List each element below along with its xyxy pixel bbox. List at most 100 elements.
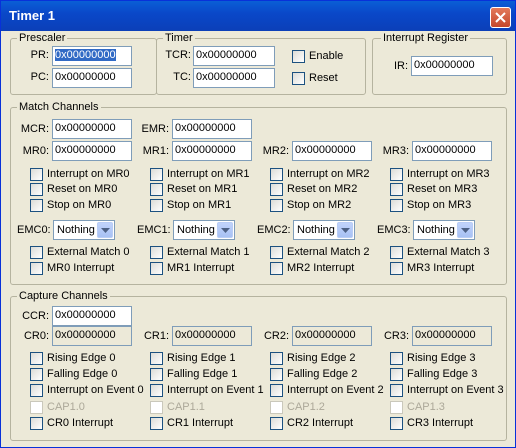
checkbox-label: CR1 Interrupt [167,417,234,429]
mr0-field[interactable]: 0x00000000 [52,141,132,161]
checkbox-label: Rising Edge 0 [47,352,116,364]
checkbox-label: Reset on MR0 [47,183,118,195]
checkbox-box [150,262,163,275]
checkbox-label: MR3 Interrupt [407,262,475,274]
dropdown-arrow[interactable] [457,222,473,238]
checkbox-label: Stop on MR0 [47,199,112,211]
checkbox-box [270,262,283,275]
emc1-value: Nothing [177,224,215,236]
checkbox-box [150,352,163,365]
tcr-field[interactable]: 0x00000000 [193,46,275,66]
emc0-select[interactable]: Nothing [53,220,115,240]
checkbox-label: Interrupt on Event 1 [167,384,264,396]
tc-label: TC: [173,71,191,83]
mr3-field[interactable]: 0x00000000 [412,141,492,161]
emc2-select[interactable]: Nothing [293,220,355,240]
tc-field[interactable]: 0x00000000 [193,68,275,88]
checkbox-label: External Match 2 [287,246,370,258]
interrupt-register-legend: Interrupt Register [381,32,470,44]
dropdown-arrow[interactable] [337,222,353,238]
checkbox-label: Falling Edge 1 [167,368,238,380]
checkbox-label: CR2 Interrupt [287,417,354,429]
mcr-field[interactable]: 0x00000000 [52,119,132,139]
emc1-select[interactable]: Nothing [173,220,235,240]
dropdown-arrow[interactable] [97,222,113,238]
checkbox-box [150,401,163,414]
title-bar[interactable]: Timer 1 [1,1,515,31]
checkbox-label: MR1 Interrupt [167,262,235,274]
tcr-label: TCR: [165,49,191,61]
pr-field[interactable]: 0x00000000 [52,46,132,66]
prescaler-legend: Prescaler [17,32,68,44]
checkbox-label: CAP1.2 [287,401,325,413]
pc-label: PC: [30,71,49,83]
match-channels-legend: Match Channels [17,101,101,113]
checkbox-label: Reset on MR3 [407,183,478,195]
checkbox-box [270,168,283,181]
checkbox-box [150,168,163,181]
checkbox-label: Interrupt on MR2 [287,168,370,180]
checkbox-label: CAP1.3 [407,401,445,413]
checkbox-box [390,368,403,381]
reset-label: Reset [309,72,338,84]
mr2-field[interactable]: 0x00000000 [292,141,372,161]
emc3-label: EMC3: [377,224,411,236]
checkbox-box [30,183,43,196]
checkbox-box [270,401,283,414]
checkbox-label: External Match 3 [407,246,490,258]
checkbox-label: Rising Edge 2 [287,352,356,364]
emc2-value: Nothing [297,224,335,236]
emr-field[interactable]: 0x00000000 [172,119,252,139]
pc-field[interactable]: 0x00000000 [52,68,132,88]
checkbox-label: Reset on MR1 [167,183,238,195]
checkbox-box [30,401,43,414]
checkbox-box [150,199,163,212]
pr-label: PR: [30,49,49,61]
checkbox-box [150,384,163,397]
mr1-label: MR1: [142,145,169,157]
checkbox-label: Falling Edge 2 [287,368,358,380]
checkbox-box [390,246,403,259]
checkbox-box [150,368,163,381]
checkbox-box [30,246,43,259]
cr3-field[interactable]: 0x00000000 [412,326,492,346]
enable-box [292,50,305,63]
reset-box [292,72,305,85]
checkbox-box [30,199,43,212]
checkbox-box [390,199,403,212]
checkbox-box [390,417,403,430]
checkbox-box [30,417,43,430]
checkbox-box [270,384,283,397]
close-button[interactable] [490,7,511,28]
cr0-label: CR0: [23,330,49,342]
checkbox-label: External Match 1 [167,246,250,258]
cr2-label: CR2: [263,330,289,342]
emc1-label: EMC1: [137,224,171,236]
mr2-label: MR2: [262,145,289,157]
close-icon [495,12,506,23]
checkbox-box [270,368,283,381]
checkbox-box [270,417,283,430]
cr2-field[interactable]: 0x00000000 [292,326,372,346]
checkbox-box [150,246,163,259]
checkbox-label: Stop on MR2 [287,199,352,211]
mr0-label: MR0: [22,145,49,157]
checkbox-box [390,262,403,275]
cr0-field[interactable]: 0x00000000 [52,326,132,346]
emc3-select[interactable]: Nothing [413,220,475,240]
checkbox-box [270,246,283,259]
mr1-field[interactable]: 0x00000000 [172,141,252,161]
dropdown-arrow[interactable] [217,222,233,238]
emc3-value: Nothing [417,224,455,236]
emr-label: EMR: [141,123,170,135]
ir-field[interactable]: 0x00000000 [411,56,493,76]
cr1-field[interactable]: 0x00000000 [172,326,252,346]
checkbox-box [150,417,163,430]
checkbox-label: Stop on MR1 [167,199,232,211]
ccr-field[interactable]: 0x00000000 [52,306,132,326]
checkbox-box [270,352,283,365]
checkbox-box [30,368,43,381]
checkbox-label: Interrupt on Event 2 [287,384,384,396]
mcr-label: MCR: [20,123,49,135]
checkbox-label: Reset on MR2 [287,183,358,195]
